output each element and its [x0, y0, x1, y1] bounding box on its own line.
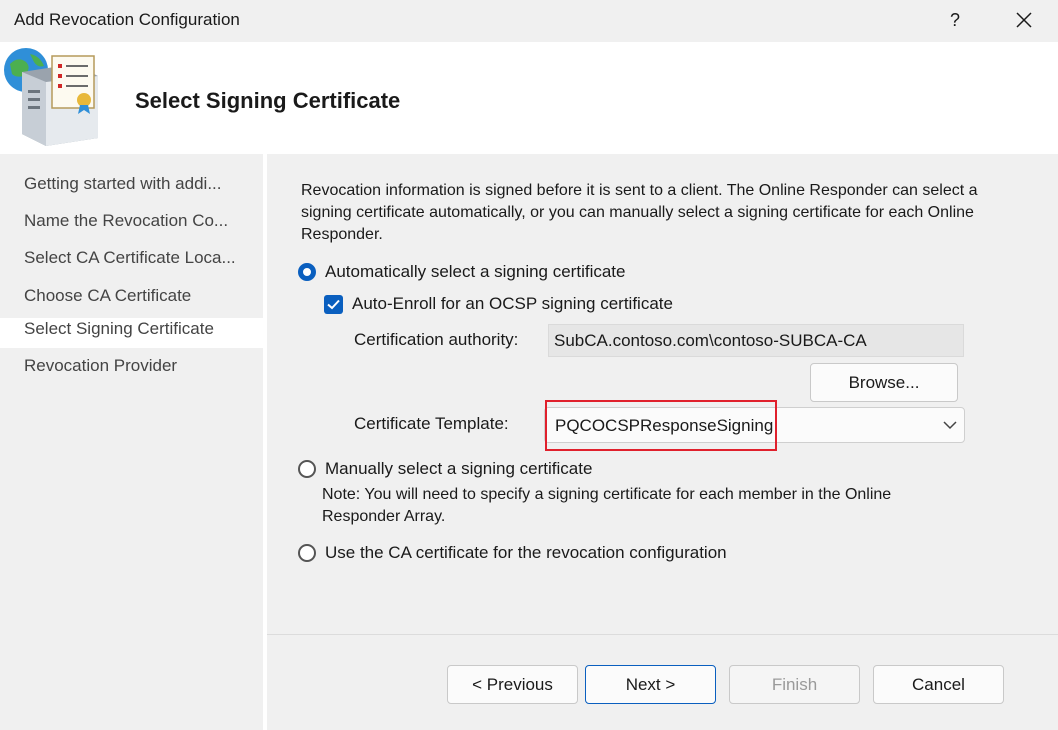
template-highlight-box: [545, 400, 777, 451]
ca-label: Certification authority:: [354, 330, 519, 349]
close-icon: [1016, 12, 1032, 28]
sidebar-item-choose-ca-certificate[interactable]: Choose CA Certificate: [24, 286, 191, 306]
sidebar-item-name-revocation[interactable]: Name the Revocation Co...: [24, 211, 228, 231]
page-title: Select Signing Certificate: [135, 88, 401, 113]
auto-select-radio[interactable]: [298, 263, 316, 281]
wizard-header: Select Signing Certificate: [0, 42, 1058, 154]
description-text: Revocation information is signed before …: [301, 182, 978, 243]
sidebar-divider: [263, 154, 267, 730]
next-button[interactable]: Next >: [585, 665, 716, 704]
server-certificate-icon: [0, 42, 110, 150]
chevron-down-icon: [943, 421, 957, 430]
manual-select-label[interactable]: Manually select a signing certificate: [325, 459, 592, 479]
template-label: Certificate Template:: [354, 414, 509, 433]
cancel-button[interactable]: Cancel: [873, 665, 1004, 704]
manual-note-text: Note: You will need to specify a signing…: [322, 486, 892, 525]
previous-button[interactable]: < Previous: [447, 665, 578, 704]
window-title: Add Revocation Configuration: [14, 10, 240, 29]
close-button[interactable]: [1004, 4, 1044, 36]
sidebar-item-getting-started[interactable]: Getting started with addi...: [24, 174, 222, 194]
sidebar-item-select-ca-location[interactable]: Select CA Certificate Loca...: [24, 248, 236, 268]
finish-button[interactable]: Finish: [729, 665, 860, 704]
checkmark-icon: [327, 299, 340, 310]
help-button[interactable]: ?: [938, 4, 972, 36]
browse-button[interactable]: Browse...: [810, 363, 958, 402]
ca-field: SubCA.contoso.com\contoso-SUBCA-CA: [548, 324, 964, 357]
auto-enroll-label[interactable]: Auto-Enroll for an OCSP signing certific…: [352, 294, 673, 314]
title-bar: Add Revocation Configuration ?: [0, 0, 1058, 42]
auto-select-label[interactable]: Automatically select a signing certifica…: [325, 262, 625, 282]
use-ca-certificate-label[interactable]: Use the CA certificate for the revocatio…: [325, 543, 727, 563]
use-ca-certificate-radio[interactable]: [298, 544, 316, 562]
footer-divider: [267, 634, 1058, 635]
auto-enroll-checkbox[interactable]: [324, 295, 343, 314]
sidebar-item-select-signing-certificate[interactable]: Select Signing Certificate: [24, 319, 214, 339]
wizard-steps: [0, 154, 263, 730]
sidebar-item-revocation-provider[interactable]: Revocation Provider: [24, 356, 177, 376]
manual-select-radio[interactable]: [298, 460, 316, 478]
